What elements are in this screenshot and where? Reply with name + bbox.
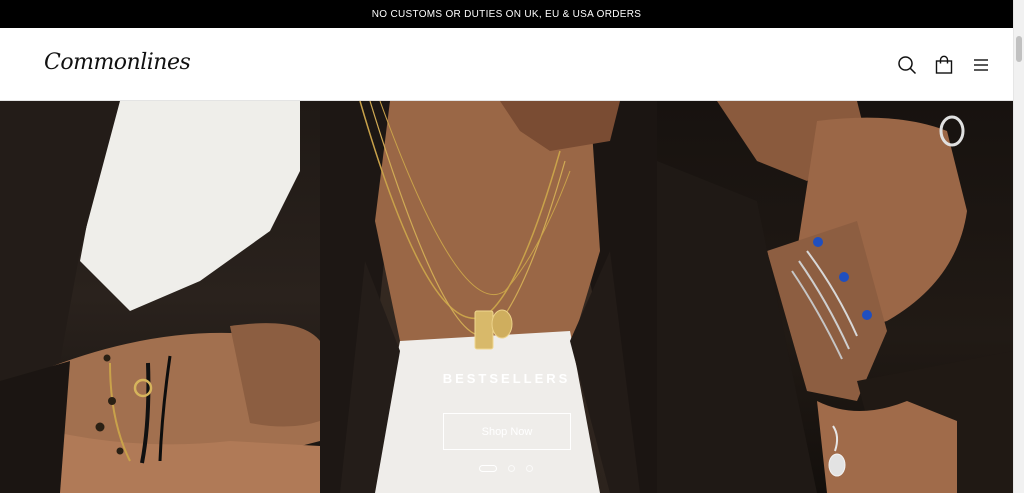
slide-dot-3[interactable] [526,465,533,472]
search-icon[interactable] [897,55,917,75]
slide-dot-2[interactable] [508,465,515,472]
hero-photo-bracelets [0,101,320,493]
hero-banner: BESTSELLERS Shop Now [0,101,1013,493]
scrollbar-thumb[interactable] [1016,36,1022,62]
menu-icon[interactable] [971,55,991,75]
bag-icon[interactable] [934,55,954,75]
announcement-bar: NO CUSTOMS OR DUTIES ON UK, EU & USA ORD… [0,0,1013,28]
page-scrollbar[interactable] [1013,0,1024,493]
slider-pagination [479,463,539,475]
hero-title: BESTSELLERS [442,371,571,386]
logo[interactable]: Commonlines [44,50,191,75]
site-header: Commonlines [0,28,1013,101]
hero-photo-silver-bracelets [657,101,1013,493]
slide-dot-1[interactable] [479,465,497,472]
shop-now-button[interactable]: Shop Now [443,413,571,450]
announcement-text: NO CUSTOMS OR DUTIES ON UK, EU & USA ORD… [371,8,642,20]
